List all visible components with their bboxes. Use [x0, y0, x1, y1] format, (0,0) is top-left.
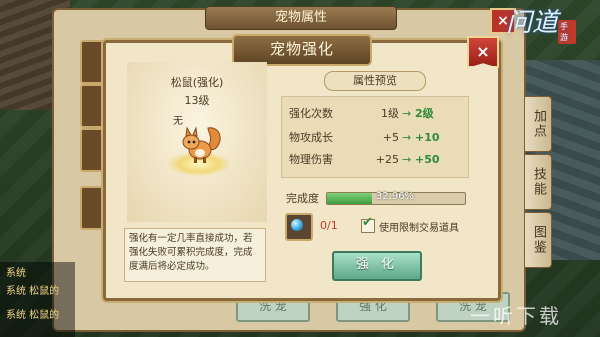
tab-add-points[interactable]: 加点 — [524, 96, 552, 152]
checkmark-icon: ✔ — [362, 215, 373, 230]
chat-line: 系统 — [6, 268, 26, 279]
game-logo-badge: 手游 — [558, 20, 576, 44]
attribute-row: 强化次数 1级 → 2级 — [289, 104, 459, 124]
item-count: 0/1 — [320, 219, 338, 232]
attribute-current: +25 — [375, 153, 399, 166]
arrow-right-icon: → — [402, 131, 412, 144]
completion-label: 完成度 — [286, 192, 319, 205]
game-logo: 问道 手游 — [506, 2, 576, 62]
arrow-right-icon: → — [402, 153, 412, 166]
attribute-label: 物攻成长 — [289, 131, 333, 144]
attribute-row: 物攻成长 +5 → +10 — [289, 128, 459, 148]
dialog-close-button[interactable]: × — [467, 36, 499, 68]
restricted-item-label[interactable]: 使用限制交易道具 — [379, 219, 459, 234]
gem-icon — [291, 219, 303, 231]
chat-line: 系统 松鼠的 — [6, 310, 60, 321]
chat-strip[interactable]: 系统 系统 松鼠的 系统 松鼠的 — [0, 262, 75, 337]
attribute-next: 2级 — [415, 107, 434, 120]
attribute-next: +50 — [415, 153, 440, 166]
pet-level: 13级 — [184, 94, 210, 107]
game-logo-title: 问道 — [506, 8, 559, 38]
chat-line: 系统 松鼠的 — [6, 286, 60, 297]
attribute-label: 强化次数 — [289, 107, 333, 120]
attribute-current: 1级 — [381, 107, 399, 120]
attribute-current: +5 — [382, 131, 399, 144]
strengthen-description: 强化有一定几率直接成功，若强化失败可累积完成度，完成度满后将必定成功。 — [124, 228, 266, 282]
tab-codex[interactable]: 图鉴 — [524, 212, 552, 268]
arrow-right-icon: → — [402, 107, 412, 120]
squirrel-pet-sprite — [182, 126, 221, 163]
attribute-next: +10 — [415, 131, 440, 144]
attribute-label: 物理伤害 — [289, 153, 333, 166]
pet-attributes-title: 宠物属性 — [205, 6, 397, 30]
pet-name: 松鼠(强化) — [170, 76, 224, 89]
completion-percent: 32.96% — [375, 191, 415, 202]
attribute-preview-header: 属性预览 — [324, 71, 426, 91]
site-watermark: 一听下载 — [470, 304, 562, 328]
attribute-row: 物理伤害 +25 → +50 — [289, 150, 459, 170]
strengthen-button[interactable]: 强 化 — [332, 251, 422, 281]
tab-skills[interactable]: 技能 — [524, 154, 552, 210]
